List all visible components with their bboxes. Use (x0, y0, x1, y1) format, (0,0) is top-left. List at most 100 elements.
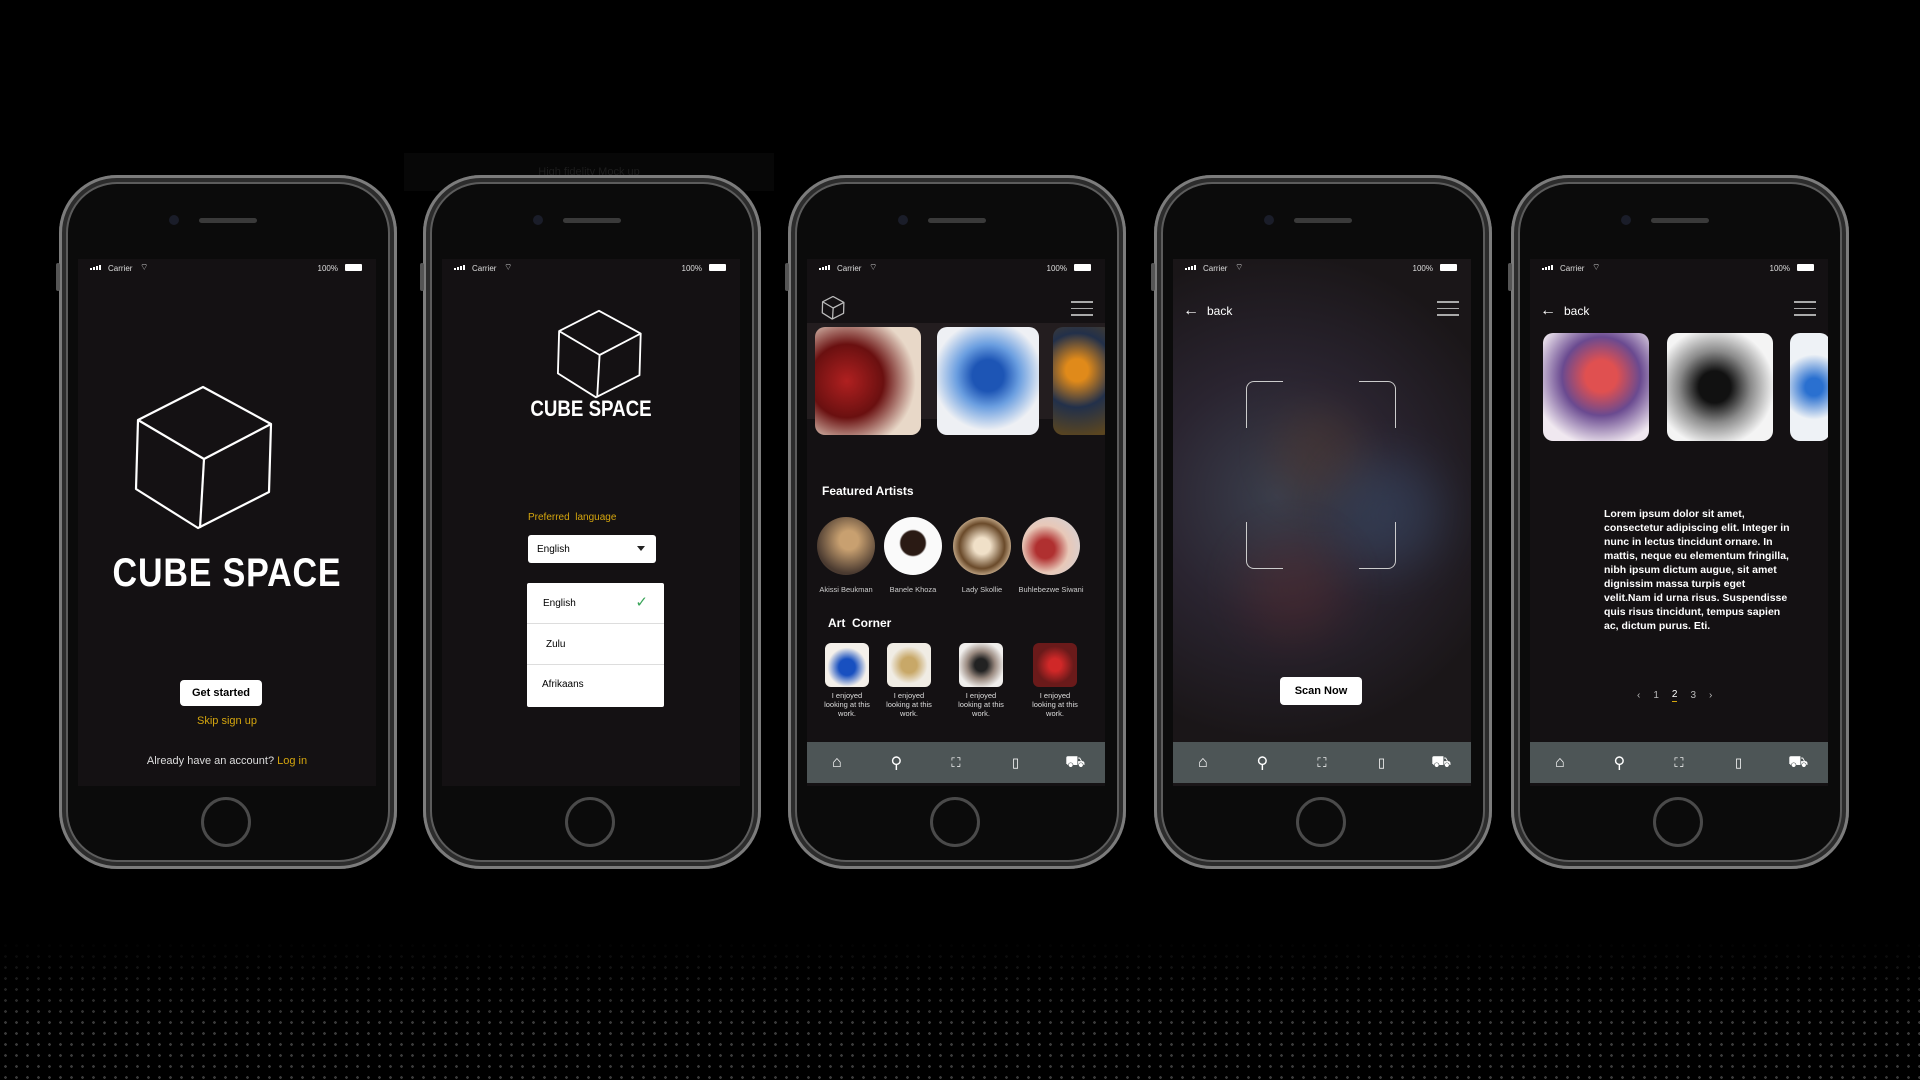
artwork-description: Lorem ipsum dolor sit amet, consectetur … (1604, 508, 1790, 632)
home-button[interactable] (201, 797, 251, 847)
art-caption: I enjoyed looking at this work. (824, 691, 870, 718)
artist-card[interactable]: Lady Skollie (947, 517, 1017, 595)
menu-icon[interactable] (1437, 301, 1459, 316)
brand-title: CUBE SPACE (112, 551, 342, 595)
menu-icon[interactable] (1071, 301, 1093, 316)
home-icon[interactable]: ⌂ (1192, 752, 1214, 774)
artwork-thumbnail[interactable] (1667, 333, 1773, 441)
battery-percent: 100% (1412, 264, 1433, 273)
home-button[interactable] (1296, 797, 1346, 847)
artwork-thumbnail[interactable] (937, 327, 1039, 435)
signal-icon (819, 265, 830, 270)
carrier-label: Carrier (1560, 264, 1585, 273)
side-button (785, 263, 789, 291)
cube-logo-icon (134, 385, 273, 530)
login-link[interactable]: Log in (277, 755, 307, 767)
cart-icon[interactable]: ⛟ (1064, 752, 1086, 774)
artwork-thumbnail (1033, 643, 1077, 687)
battery-percent: 100% (1046, 264, 1067, 273)
camera (169, 215, 179, 225)
page-link[interactable]: 1 (1653, 690, 1659, 701)
artist-card[interactable]: Akissi Beukman (811, 517, 881, 595)
avatar (817, 517, 875, 575)
tab-bar: ⌂ ⚲ ⛶ ▯ ⛟ (1530, 742, 1828, 783)
cart-icon[interactable]: ⛟ (1787, 752, 1809, 774)
home-button[interactable] (1653, 797, 1703, 847)
side-button (420, 263, 424, 291)
scan-icon[interactable]: ⛶ (1668, 752, 1690, 774)
search-icon[interactable]: ⚲ (1251, 752, 1273, 774)
signal-icon (1185, 265, 1196, 270)
back-button[interactable]: ← back (1183, 302, 1232, 320)
arrow-left-icon: ← (1540, 302, 1556, 319)
battery-icon (1440, 264, 1457, 271)
tab-bar: ⌂ ⚲ ⛶ ▯ ⛟ (1173, 742, 1471, 783)
art-corner-item[interactable]: I enjoyed looking at this work. (1031, 643, 1079, 718)
phone-detail: Carrier ⌔ 100% ← back Lorem ipsum dolor … (1508, 175, 1849, 869)
checkmark-icon: ✓ (635, 594, 648, 611)
search-icon[interactable]: ⚲ (885, 752, 907, 774)
page-link[interactable]: 3 (1690, 690, 1696, 701)
language-option[interactable]: Afrikaans (527, 665, 664, 705)
carrier-label: Carrier (108, 264, 133, 273)
status-bar: Carrier ⌔ 100% (442, 259, 740, 277)
battery-percent: 100% (317, 264, 338, 273)
pagination-prev[interactable]: ‹ (1637, 690, 1640, 701)
language-option-label: Afrikaans (542, 679, 584, 690)
skip-sign-up-link[interactable]: Skip sign up (78, 715, 376, 727)
artwork-thumbnail (887, 643, 931, 687)
bookmark-icon[interactable]: ▯ (1005, 752, 1027, 774)
artist-name: Banele Khoza (889, 585, 937, 594)
art-corner-item[interactable]: I enjoyed looking at this work. (823, 643, 871, 718)
art-corner-item[interactable]: I enjoyed looking at this work. (885, 643, 933, 718)
bookmark-icon[interactable]: ▯ (1371, 752, 1393, 774)
bookmark-icon[interactable]: ▯ (1728, 752, 1750, 774)
chevron-down-icon (637, 546, 645, 551)
scan-icon[interactable]: ⛶ (945, 752, 967, 774)
speaker (563, 218, 621, 223)
art-corner-item[interactable]: I enjoyed looking at this work. (957, 643, 1005, 718)
artwork-thumbnail[interactable] (1543, 333, 1649, 441)
preferred-language-label: Preferred language (528, 512, 617, 523)
home-button[interactable] (565, 797, 615, 847)
language-dropdown-list: English ✓ Zulu Afrikaans (527, 583, 664, 707)
menu-icon[interactable] (1794, 301, 1816, 316)
cart-icon[interactable]: ⛟ (1430, 752, 1452, 774)
home-button[interactable] (930, 797, 980, 847)
home-icon[interactable]: ⌂ (826, 752, 848, 774)
battery-percent: 100% (1769, 264, 1790, 273)
artwork-thumbnail[interactable] (1790, 333, 1828, 441)
language-option[interactable]: English ✓ (527, 583, 664, 624)
scan-now-button[interactable]: Scan Now (1280, 677, 1362, 705)
arrow-left-icon: ← (1183, 302, 1199, 319)
artist-card[interactable]: Banele Khoza (878, 517, 948, 595)
camera (898, 215, 908, 225)
phone-home: Carrier ⌔ 100% Featured Artists Akissi B… (785, 175, 1126, 869)
avatar (884, 517, 942, 575)
artwork-thumbnail[interactable] (815, 327, 921, 435)
artist-card[interactable]: Buhlebezwe Siwani (1016, 517, 1086, 595)
pagination-next[interactable]: › (1709, 690, 1712, 701)
artwork-thumbnail[interactable] (1053, 327, 1105, 435)
wifi-icon: ⌔ (140, 262, 149, 272)
cube-logo-icon[interactable] (821, 296, 845, 320)
search-icon[interactable]: ⚲ (1608, 752, 1630, 774)
scan-icon[interactable]: ⛶ (1311, 752, 1333, 774)
language-option-label: English (543, 598, 576, 609)
wifi-icon: ⌔ (504, 262, 513, 272)
scan-frame-corner (1246, 381, 1283, 428)
language-option-label: Zulu (546, 639, 566, 650)
page-link-current[interactable]: 2 (1671, 689, 1678, 702)
scan-frame-corner (1246, 522, 1283, 569)
back-button[interactable]: ← back (1540, 302, 1589, 320)
status-bar: Carrier ⌔ 100% (78, 259, 376, 277)
artist-name: Buhlebezwe Siwani (1018, 585, 1084, 594)
artwork-thumbnail (825, 643, 869, 687)
language-select[interactable]: English (528, 535, 656, 563)
camera (1264, 215, 1274, 225)
home-icon[interactable]: ⌂ (1549, 752, 1571, 774)
detail-screen: Carrier ⌔ 100% ← back Lorem ipsum dolor … (1530, 259, 1828, 786)
language-option[interactable]: Zulu (527, 624, 664, 665)
back-label: back (1207, 304, 1233, 318)
get-started-button[interactable]: Get started (180, 680, 262, 706)
